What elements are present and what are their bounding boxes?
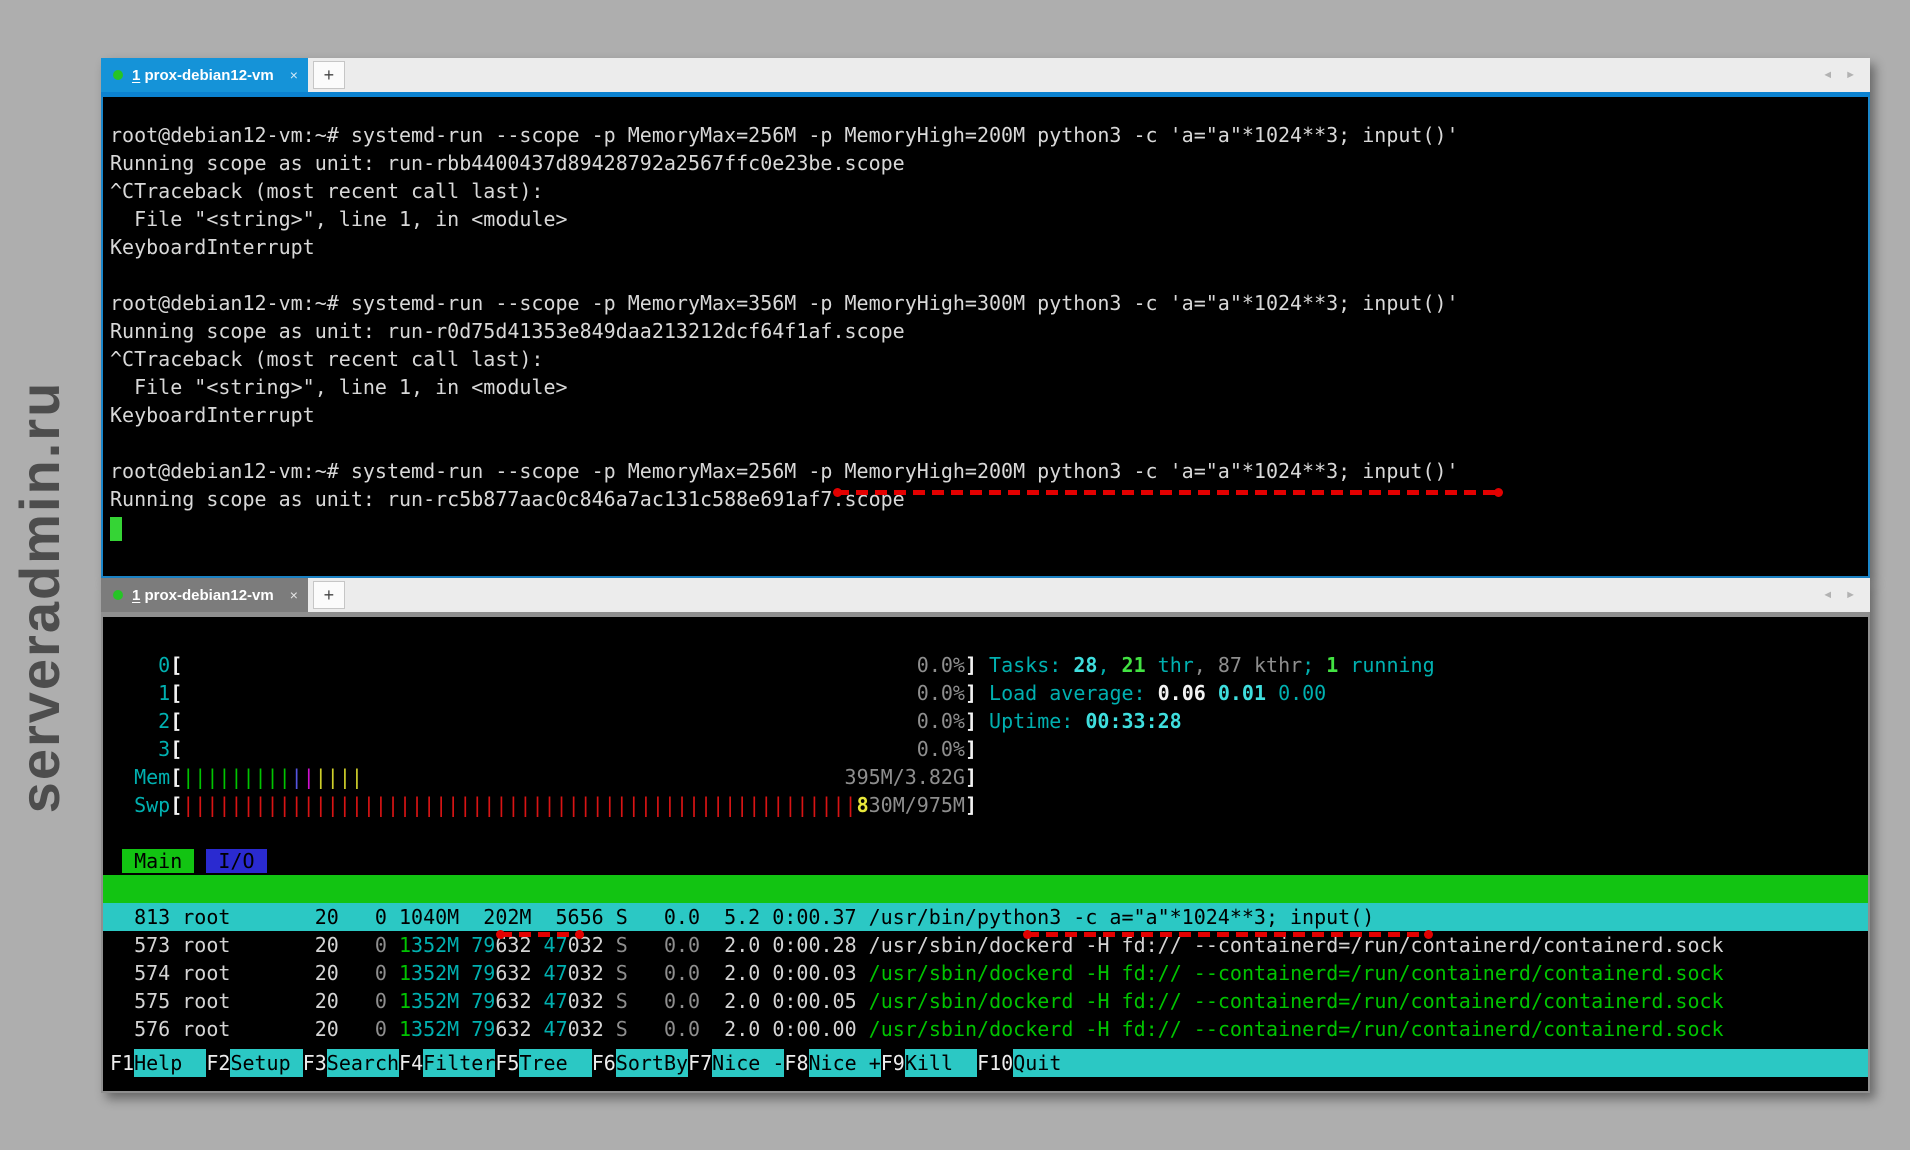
htop-line: Mem[||||||||||||||| 395M/3.82G] <box>103 763 1868 791</box>
terminal-window-top: 1 prox-debian12-vm × + ◄ ► root@debian12… <box>101 58 1870 578</box>
terminal-line <box>103 261 1868 289</box>
fn-key: F8 <box>784 1049 808 1077</box>
htop-line: 3[ 0.0%] <box>103 735 1868 763</box>
scroll-left-icon[interactable]: ◄ <box>1822 589 1833 601</box>
terminal-cursor <box>110 517 122 541</box>
terminal-line: ^CTraceback (most recent call last): <box>103 345 1868 373</box>
htop-line: Main I/O <box>103 847 1868 875</box>
htop-line: 1[ 0.0%] Load average: 0.06 0.01 0.00 <box>103 679 1868 707</box>
terminal-screen-shell[interactable]: root@debian12-vm:~# systemd-run --scope … <box>101 97 1870 578</box>
tab-prox-debian12-vm[interactable]: 1 prox-debian12-vm × <box>101 58 308 92</box>
fn-key: F9 <box>881 1049 905 1077</box>
terminal-line: File "<string>", line 1, in <module> <box>103 373 1868 401</box>
fn-key: F4 <box>399 1049 423 1077</box>
htop-line: Swp[||||||||||||||||||||||||||||||||||||… <box>103 791 1868 819</box>
process-row[interactable]: 575 root 20 0 1352M 79632 47032 S 0.0 2.… <box>103 987 1868 1015</box>
terminal-line: Running scope as unit: run-rbb4400437d89… <box>103 149 1868 177</box>
scroll-left-icon[interactable]: ◄ <box>1822 69 1833 81</box>
fn-label[interactable]: Tree <box>519 1049 591 1077</box>
tab-label: 1 prox-debian12-vm <box>132 587 274 604</box>
fn-key: F1 <box>110 1049 134 1077</box>
terminal-line: File "<string>", line 1, in <module> <box>103 205 1868 233</box>
session-status-icon <box>113 590 123 600</box>
scroll-right-icon[interactable]: ► <box>1845 589 1856 601</box>
new-tab-button[interactable]: + <box>313 61 345 89</box>
fn-label[interactable]: Kill <box>905 1049 977 1077</box>
function-key-bar[interactable]: F1Help F2Setup F3SearchF4FilterF5Tree F6… <box>103 1049 1868 1077</box>
htop-line: 0[ 0.0%] Tasks: 28, 21 thr, 87 kthr; 1 r… <box>103 651 1868 679</box>
fn-key: F3 <box>303 1049 327 1077</box>
fn-key: F10 <box>977 1049 1013 1077</box>
annotation-underline-command <box>837 490 1499 495</box>
tab-bar-top: 1 prox-debian12-vm × + ◄ ► <box>101 58 1870 92</box>
new-tab-button[interactable]: + <box>313 581 345 609</box>
process-row[interactable]: 813 root 20 0 1040M 202M 5656 S 0.0 5.2 … <box>103 903 1868 931</box>
terminal-line: root@debian12-vm:~# systemd-run --scope … <box>103 289 1868 317</box>
htop-line: 2[ 0.0%] Uptime: 00:33:28 <box>103 707 1868 735</box>
terminal-window-bottom: 1 prox-debian12-vm × + ◄ ► 0[ 0.0%] Task… <box>101 578 1870 1093</box>
close-icon[interactable]: × <box>290 67 298 83</box>
close-icon[interactable]: × <box>290 587 298 603</box>
terminal-line <box>103 429 1868 457</box>
terminal-line: KeyboardInterrupt <box>103 233 1868 261</box>
fn-label[interactable]: Search <box>327 1049 399 1077</box>
tab-scroll-arrows: ◄ ► <box>1822 578 1856 612</box>
session-status-icon <box>113 70 123 80</box>
fn-key: F6 <box>592 1049 616 1077</box>
terminal-line <box>103 513 1868 541</box>
fn-label[interactable]: SortBy <box>616 1049 688 1077</box>
watermark-serveradmin: serveradmin.ru <box>7 287 77 907</box>
htop-line <box>103 819 1868 847</box>
tab-bar-bottom: 1 prox-debian12-vm × + ◄ ► <box>101 578 1870 612</box>
tab-scroll-arrows: ◄ ► <box>1822 58 1856 92</box>
fn-label[interactable]: Nice - <box>712 1049 784 1077</box>
terminal-screen-htop[interactable]: 0[ 0.0%] Tasks: 28, 21 thr, 87 kthr; 1 r… <box>101 617 1870 1093</box>
terminal-line: KeyboardInterrupt <box>103 401 1868 429</box>
fn-label[interactable]: Setup <box>230 1049 302 1077</box>
process-table-header[interactable] <box>103 875 1868 903</box>
scroll-right-icon[interactable]: ► <box>1845 69 1856 81</box>
tab-label: 1 prox-debian12-vm <box>132 67 274 84</box>
terminal-line: root@debian12-vm:~# systemd-run --scope … <box>103 457 1868 485</box>
fn-label[interactable]: Nice + <box>809 1049 881 1077</box>
fn-key: F2 <box>206 1049 230 1077</box>
annotation-underline-res <box>500 932 580 937</box>
fn-bar-fill <box>1085 1049 1868 1077</box>
annotation-underline-python-cmd <box>1027 932 1429 937</box>
terminal-line: root@debian12-vm:~# systemd-run --scope … <box>103 121 1868 149</box>
fn-key: F7 <box>688 1049 712 1077</box>
fn-label[interactable]: Help <box>134 1049 206 1077</box>
process-row[interactable]: 573 root 20 0 1352M 79632 47032 S 0.0 2.… <box>103 931 1868 959</box>
fn-label[interactable]: Quit <box>1013 1049 1085 1077</box>
terminal-line: ^CTraceback (most recent call last): <box>103 177 1868 205</box>
fn-key: F5 <box>495 1049 519 1077</box>
fn-label[interactable]: Filter <box>423 1049 495 1077</box>
tab-prox-debian12-vm-2[interactable]: 1 prox-debian12-vm × <box>101 578 308 612</box>
process-row[interactable]: 576 root 20 0 1352M 79632 47032 S 0.0 2.… <box>103 1015 1868 1043</box>
process-row[interactable]: 574 root 20 0 1352M 79632 47032 S 0.0 2.… <box>103 959 1868 987</box>
terminal-line: Running scope as unit: run-r0d75d41353e8… <box>103 317 1868 345</box>
